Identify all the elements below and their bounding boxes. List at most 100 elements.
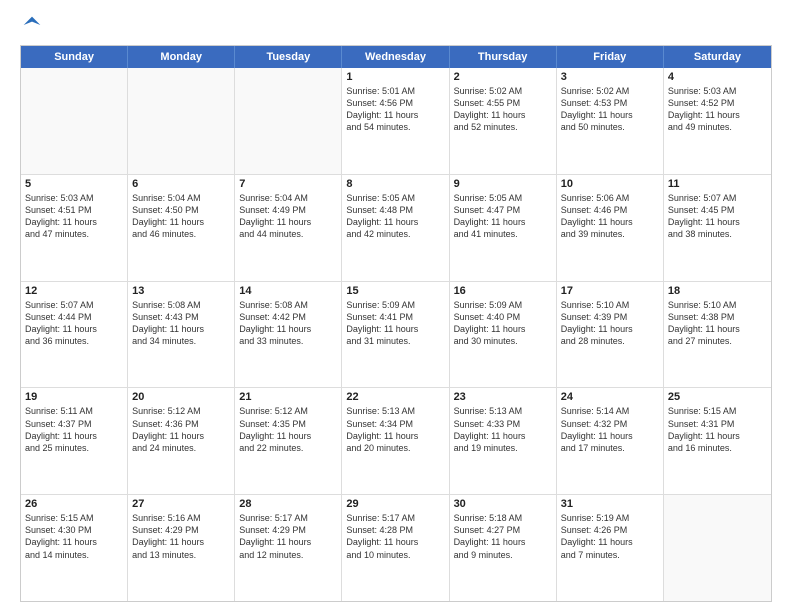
calendar-cell: 21 Sunrise: 5:12 AM Sunset: 4:35 PM Dayli… [235,388,342,494]
day-info: Sunrise: 5:02 AM Sunset: 4:53 PM Dayligh… [561,85,659,134]
calendar-cell [128,68,235,174]
day-header-wednesday: Wednesday [342,46,449,68]
logo [20,15,42,35]
day-info: Sunrise: 5:13 AM Sunset: 4:34 PM Dayligh… [346,405,444,454]
day-number: 3 [561,71,659,83]
day-info: Sunrise: 5:05 AM Sunset: 4:47 PM Dayligh… [454,192,552,241]
calendar-cell: 9 Sunrise: 5:05 AM Sunset: 4:47 PM Daylig… [450,175,557,281]
day-info: Sunrise: 5:07 AM Sunset: 4:45 PM Dayligh… [668,192,767,241]
calendar-cell: 14 Sunrise: 5:08 AM Sunset: 4:42 PM Dayli… [235,282,342,388]
day-info: Sunrise: 5:11 AM Sunset: 4:37 PM Dayligh… [25,405,123,454]
day-info: Sunrise: 5:10 AM Sunset: 4:38 PM Dayligh… [668,299,767,348]
day-info: Sunrise: 5:19 AM Sunset: 4:26 PM Dayligh… [561,512,659,561]
day-info: Sunrise: 5:13 AM Sunset: 4:33 PM Dayligh… [454,405,552,454]
calendar-cell: 17Sunrise: 5:10 AM Sunset: 4:39 PM Dayli… [557,282,664,388]
day-number: 16 [454,285,552,297]
calendar-cell: 1Sunrise: 5:01 AM Sunset: 4:56 PM Daylig… [342,68,449,174]
calendar-cell: 29 Sunrise: 5:17 AM Sunset: 4:28 PM Dayli… [342,495,449,601]
calendar-cell: 23 Sunrise: 5:13 AM Sunset: 4:33 PM Dayli… [450,388,557,494]
calendar-cell [235,68,342,174]
day-header-saturday: Saturday [664,46,771,68]
calendar-header: SundayMondayTuesdayWednesdayThursdayFrid… [21,46,771,68]
day-number: 25 [668,391,767,403]
calendar-cell: 18 Sunrise: 5:10 AM Sunset: 4:38 PM Dayli… [664,282,771,388]
logo-icon [22,15,42,35]
day-info: Sunrise: 5:04 AM Sunset: 4:49 PM Dayligh… [239,192,337,241]
calendar-cell: 25Sunrise: 5:15 AM Sunset: 4:31 PM Dayli… [664,388,771,494]
page: SundayMondayTuesdayWednesdayThursdayFrid… [0,0,792,612]
calendar-cell: 12Sunrise: 5:07 AM Sunset: 4:44 PM Dayli… [21,282,128,388]
calendar-cell [21,68,128,174]
calendar-cell: 13Sunrise: 5:08 AM Sunset: 4:43 PM Dayli… [128,282,235,388]
day-number: 31 [561,498,659,510]
calendar-cell: 31 Sunrise: 5:19 AM Sunset: 4:26 PM Dayli… [557,495,664,601]
day-header-tuesday: Tuesday [235,46,342,68]
day-number: 28 [239,498,337,510]
day-number: 20 [132,391,230,403]
day-info: Sunrise: 5:18 AM Sunset: 4:27 PM Dayligh… [454,512,552,561]
calendar-cell: 5 Sunrise: 5:03 AM Sunset: 4:51 PM Daylig… [21,175,128,281]
day-info: Sunrise: 5:14 AM Sunset: 4:32 PM Dayligh… [561,405,659,454]
day-number: 11 [668,178,767,190]
day-header-sunday: Sunday [21,46,128,68]
day-number: 27 [132,498,230,510]
calendar-cell: 6 Sunrise: 5:04 AM Sunset: 4:50 PM Daylig… [128,175,235,281]
day-number: 15 [346,285,444,297]
day-number: 6 [132,178,230,190]
calendar-week-5: 26 Sunrise: 5:15 AM Sunset: 4:30 PM Dayli… [21,495,771,601]
calendar-week-2: 5 Sunrise: 5:03 AM Sunset: 4:51 PM Daylig… [21,175,771,282]
day-info: Sunrise: 5:12 AM Sunset: 4:36 PM Dayligh… [132,405,230,454]
day-header-friday: Friday [557,46,664,68]
calendar-cell: 26 Sunrise: 5:15 AM Sunset: 4:30 PM Dayli… [21,495,128,601]
day-info: Sunrise: 5:08 AM Sunset: 4:42 PM Dayligh… [239,299,337,348]
day-header-monday: Monday [128,46,235,68]
calendar-cell: 8 Sunrise: 5:05 AM Sunset: 4:48 PM Daylig… [342,175,449,281]
day-number: 26 [25,498,123,510]
day-number: 19 [25,391,123,403]
day-number: 4 [668,71,767,83]
day-info: Sunrise: 5:17 AM Sunset: 4:28 PM Dayligh… [346,512,444,561]
day-info: Sunrise: 5:09 AM Sunset: 4:40 PM Dayligh… [454,299,552,348]
day-info: Sunrise: 5:07 AM Sunset: 4:44 PM Dayligh… [25,299,123,348]
calendar-cell: 11 Sunrise: 5:07 AM Sunset: 4:45 PM Dayli… [664,175,771,281]
day-number: 7 [239,178,337,190]
day-number: 8 [346,178,444,190]
day-header-thursday: Thursday [450,46,557,68]
day-number: 13 [132,285,230,297]
calendar-body: 1Sunrise: 5:01 AM Sunset: 4:56 PM Daylig… [21,68,771,601]
calendar-cell: 28 Sunrise: 5:17 AM Sunset: 4:29 PM Dayli… [235,495,342,601]
calendar-cell: 4 Sunrise: 5:03 AM Sunset: 4:52 PM Daylig… [664,68,771,174]
day-number: 18 [668,285,767,297]
day-info: Sunrise: 5:12 AM Sunset: 4:35 PM Dayligh… [239,405,337,454]
calendar-week-4: 19 Sunrise: 5:11 AM Sunset: 4:37 PM Dayli… [21,388,771,495]
calendar-cell: 16 Sunrise: 5:09 AM Sunset: 4:40 PM Dayli… [450,282,557,388]
day-number: 22 [346,391,444,403]
day-info: Sunrise: 5:04 AM Sunset: 4:50 PM Dayligh… [132,192,230,241]
day-number: 21 [239,391,337,403]
day-number: 30 [454,498,552,510]
calendar-cell: 7 Sunrise: 5:04 AM Sunset: 4:49 PM Daylig… [235,175,342,281]
day-number: 9 [454,178,552,190]
day-info: Sunrise: 5:03 AM Sunset: 4:51 PM Dayligh… [25,192,123,241]
day-info: Sunrise: 5:02 AM Sunset: 4:55 PM Dayligh… [454,85,552,134]
day-info: Sunrise: 5:09 AM Sunset: 4:41 PM Dayligh… [346,299,444,348]
day-number: 5 [25,178,123,190]
day-number: 14 [239,285,337,297]
calendar-cell: 19 Sunrise: 5:11 AM Sunset: 4:37 PM Dayli… [21,388,128,494]
day-number: 2 [454,71,552,83]
day-info: Sunrise: 5:06 AM Sunset: 4:46 PM Dayligh… [561,192,659,241]
day-info: Sunrise: 5:15 AM Sunset: 4:30 PM Dayligh… [25,512,123,561]
calendar-cell: 2 Sunrise: 5:02 AM Sunset: 4:55 PM Daylig… [450,68,557,174]
day-number: 29 [346,498,444,510]
day-info: Sunrise: 5:17 AM Sunset: 4:29 PM Dayligh… [239,512,337,561]
header [20,15,772,35]
calendar-week-1: 1Sunrise: 5:01 AM Sunset: 4:56 PM Daylig… [21,68,771,175]
calendar-week-3: 12Sunrise: 5:07 AM Sunset: 4:44 PM Dayli… [21,282,771,389]
calendar-cell: 20 Sunrise: 5:12 AM Sunset: 4:36 PM Dayli… [128,388,235,494]
day-info: Sunrise: 5:05 AM Sunset: 4:48 PM Dayligh… [346,192,444,241]
day-number: 10 [561,178,659,190]
day-number: 23 [454,391,552,403]
day-info: Sunrise: 5:16 AM Sunset: 4:29 PM Dayligh… [132,512,230,561]
day-number: 1 [346,71,444,83]
day-info: Sunrise: 5:03 AM Sunset: 4:52 PM Dayligh… [668,85,767,134]
